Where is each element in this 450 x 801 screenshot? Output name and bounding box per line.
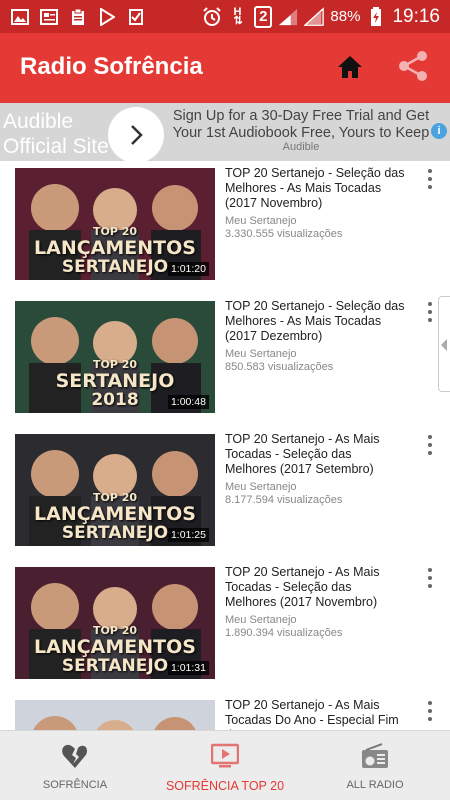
video-views: 850.583 visualizações xyxy=(225,361,334,373)
video-list[interactable]: TOP 20 LANÇAMENTOS SERTANEJO 1:01:20 TOP 20 … xyxy=(0,161,450,730)
broken-heart-icon xyxy=(62,744,87,768)
share-button[interactable] xyxy=(396,49,430,83)
video-thumbnail[interactable]: TOP 20 LANÇAMENTOS SERTANEJO 1:01:20 xyxy=(15,168,215,280)
gallery-icon xyxy=(10,8,30,26)
clipboard-icon xyxy=(68,8,88,26)
nav-sofrencia[interactable]: SOFRÊNCIA xyxy=(0,731,150,801)
video-channel: Meu Sertanejo xyxy=(225,348,297,360)
video-thumbnail[interactable]: TOP 20 LANÇAMENTOS SERTANEJO 1:01:31 xyxy=(15,567,215,679)
ad-sponsor: Audible xyxy=(282,141,320,153)
video-info: TOP 20 Sertanejo - Seleção das Melhores … xyxy=(225,166,405,241)
ad-info-icon[interactable]: i xyxy=(431,123,447,139)
video-duration: 1:01:20 xyxy=(167,262,209,276)
side-drawer-handle[interactable] xyxy=(438,296,450,392)
chevron-right-icon xyxy=(131,125,143,145)
video-channel: Meu Sertanejo xyxy=(225,614,297,626)
clock: 19:16 xyxy=(392,5,440,27)
video-title[interactable]: TOP 20 Sertanejo - As Mais Tocadas - Sel… xyxy=(225,432,405,477)
home-button[interactable] xyxy=(334,51,366,83)
play-store-icon xyxy=(97,7,117,26)
battery-percent: 88% xyxy=(330,8,361,25)
video-title[interactable]: TOP 20 Sertanejo - Seleção das Melhores … xyxy=(225,299,405,344)
video-thumbnail[interactable]: TOP 20 SERTANEJO 2018 1:00:48 xyxy=(15,301,215,413)
news-icon xyxy=(39,8,59,26)
share-icon xyxy=(399,51,427,81)
more-options-icon[interactable] xyxy=(420,699,440,723)
video-duration: 1:01:25 xyxy=(167,528,209,542)
more-options-icon[interactable] xyxy=(420,300,440,324)
app-title: Radio Sofrência xyxy=(20,53,203,80)
home-icon xyxy=(338,56,362,78)
signal-2-icon xyxy=(304,6,325,26)
video-duration: 1:00:48 xyxy=(167,395,209,409)
battery-charging-icon xyxy=(366,6,386,26)
video-views: 3.330.555 visualizações xyxy=(225,228,343,240)
video-item[interactable]: TOP 20 LANÇAMENTOS SERTANEJO 1:01:25 TOP 20 … xyxy=(0,427,450,560)
status-bar: H ⇅ 2 88% 19:16 xyxy=(0,0,450,33)
video-thumbnail[interactable] xyxy=(15,700,215,730)
check-store-icon xyxy=(126,8,146,26)
ad-banner[interactable]: Audible Official Site Sign Up for a 30-D… xyxy=(0,103,450,161)
more-options-icon[interactable] xyxy=(420,433,440,457)
ad-text: Sign Up for a 30-Day Free Trial and Get … xyxy=(172,108,430,141)
video-channel: Meu Sertanejo xyxy=(225,481,297,493)
video-info: TOP 20 Sertanejo - As Mais Tocadas Do An… xyxy=(225,698,405,730)
video-info: TOP 20 Sertanejo - Seleção das Melhores … xyxy=(225,299,405,374)
ad-brand: Audible Official Site xyxy=(3,110,109,158)
radio-icon xyxy=(362,743,388,768)
video-item[interactable]: TOP 20 LANÇAMENTOS SERTANEJO 1:01:31 TOP 20 … xyxy=(0,560,450,693)
video-title[interactable]: TOP 20 Sertanejo - Seleção das Melhores … xyxy=(225,166,405,211)
hspa-icon: H ⇅ xyxy=(233,5,243,27)
video-views: 1.890.394 visualizações xyxy=(225,627,343,639)
notification-badge: 2 xyxy=(254,5,273,28)
app-bar: Radio Sofrência xyxy=(0,33,450,103)
tv-play-icon xyxy=(211,743,239,768)
nav-sofrencia-top20[interactable]: SOFRÊNCIA TOP 20 xyxy=(150,731,300,801)
ad-open-button[interactable] xyxy=(108,107,164,161)
video-info: TOP 20 Sertanejo - As Mais Tocadas - Sel… xyxy=(225,432,405,507)
video-thumbnail[interactable]: TOP 20 LANÇAMENTOS SERTANEJO 1:01:25 xyxy=(15,434,215,546)
video-info: TOP 20 Sertanejo - As Mais Tocadas - Sel… xyxy=(225,565,405,640)
video-item[interactable]: TOP 20 SERTANEJO 2018 1:00:48 TOP 20 Sertane… xyxy=(0,294,450,427)
more-options-icon[interactable] xyxy=(420,167,440,191)
video-title[interactable]: TOP 20 Sertanejo - As Mais Tocadas Do An… xyxy=(225,698,405,730)
video-duration: 1:01:31 xyxy=(167,661,209,675)
signal-icon xyxy=(278,8,298,26)
more-options-icon[interactable] xyxy=(420,566,440,590)
video-item[interactable]: TOP 20 LANÇAMENTOS SERTANEJO 1:01:20 TOP 20 … xyxy=(0,161,450,294)
alarm-icon xyxy=(202,6,222,26)
video-item[interactable]: TOP 20 Sertanejo - As Mais Tocadas Do An… xyxy=(0,693,450,730)
bottom-navigation: SOFRÊNCIA SOFRÊNCIA TOP 20 ALL RADIO xyxy=(0,730,450,800)
video-title[interactable]: TOP 20 Sertanejo - As Mais Tocadas - Sel… xyxy=(225,565,405,610)
nav-all-radio[interactable]: ALL RADIO xyxy=(300,731,450,801)
video-views: 8.177.594 visualizações xyxy=(225,494,343,506)
video-channel: Meu Sertanejo xyxy=(225,215,297,227)
